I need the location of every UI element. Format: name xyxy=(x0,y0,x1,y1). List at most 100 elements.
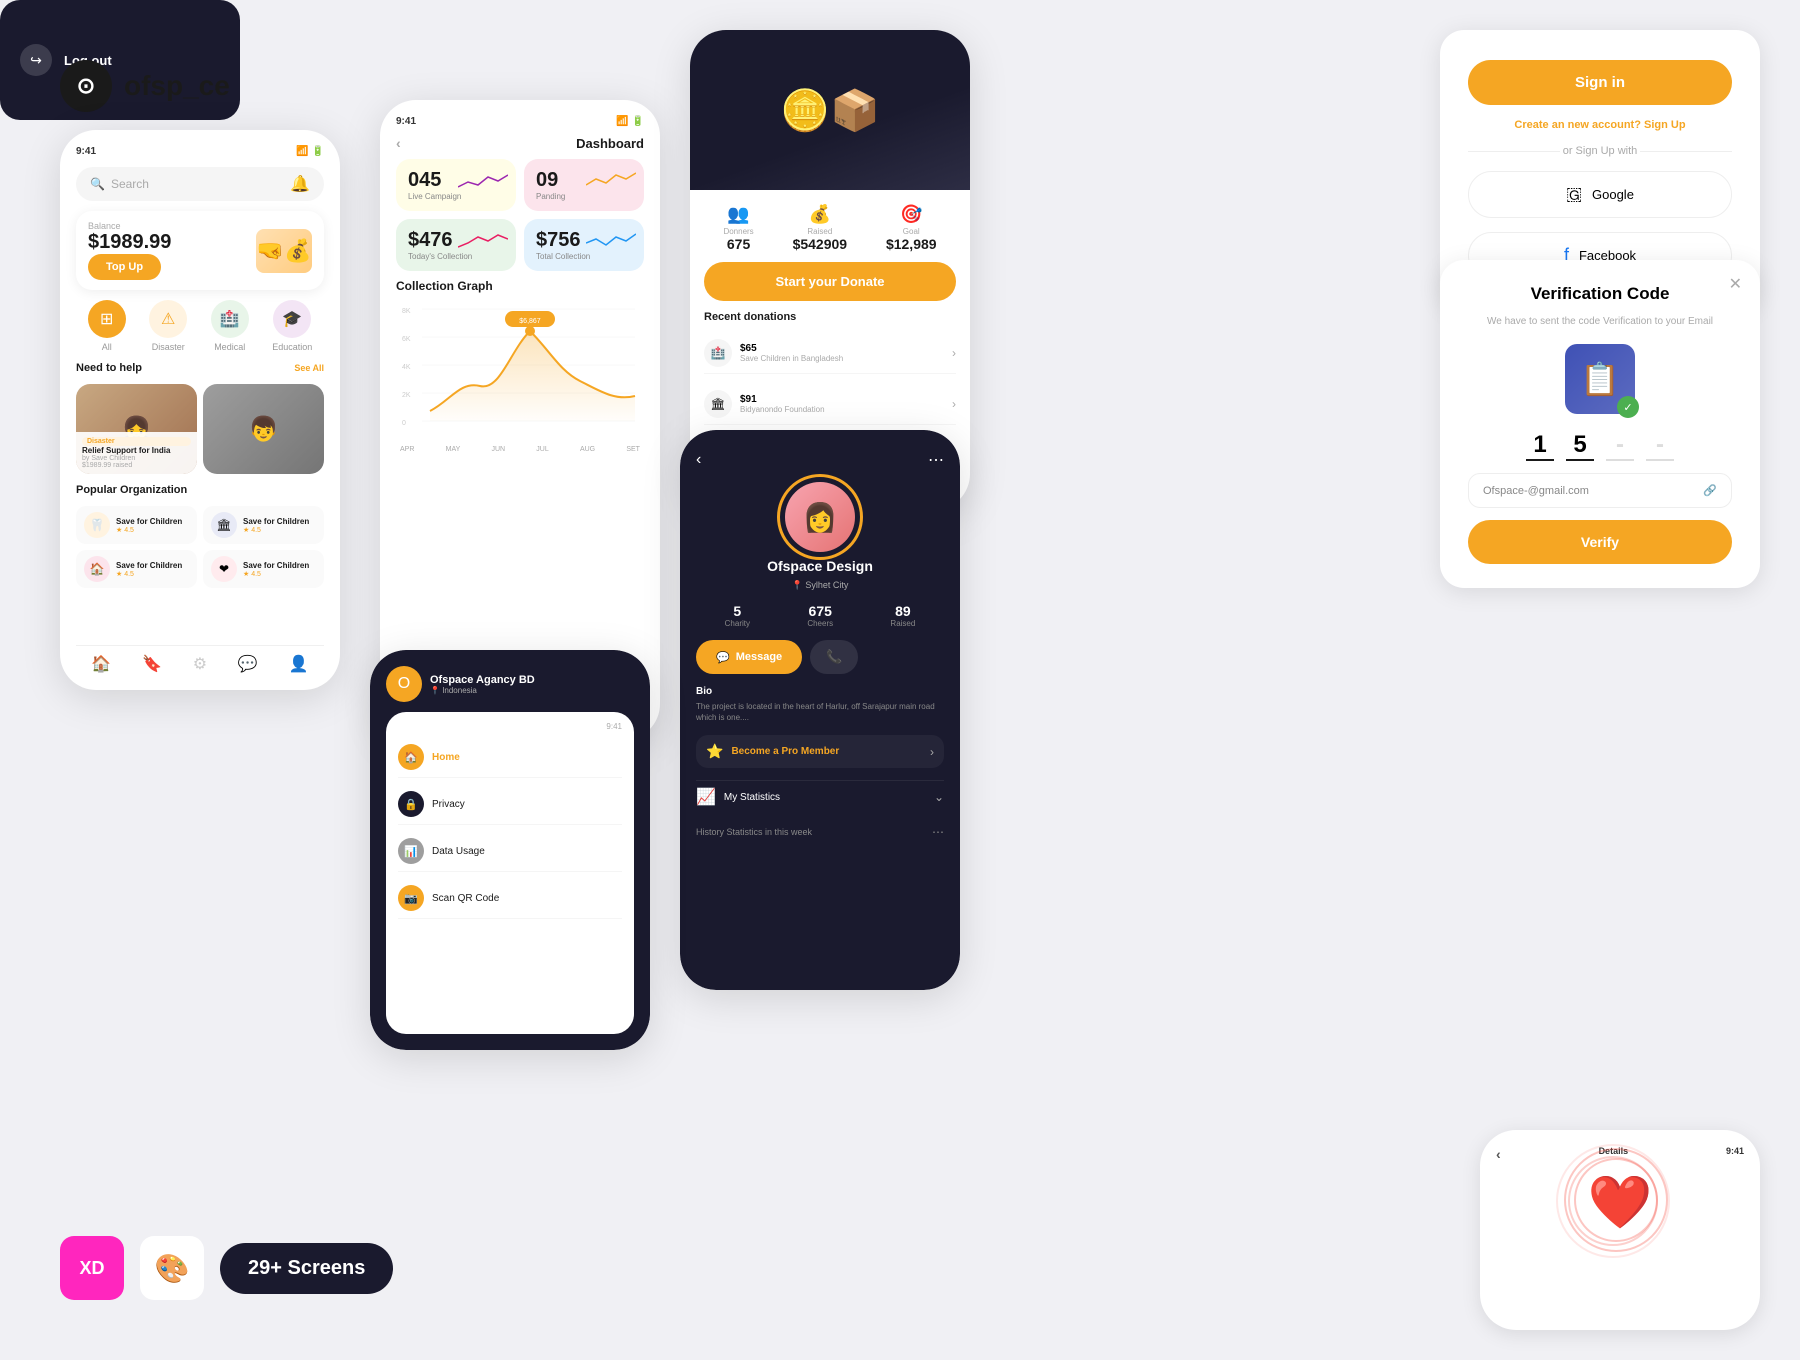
help-card-secondary[interactable]: 👦 xyxy=(203,384,324,474)
nav-home-icon[interactable]: 🏠 xyxy=(91,654,111,674)
bottom-nav-1: 🏠 🔖 ⚙ 💬 👤 xyxy=(76,645,324,674)
heart-icon: ❤️ xyxy=(1588,1174,1653,1232)
start-donate-button[interactable]: Start your Donate xyxy=(704,262,956,301)
cat-education[interactable]: 🎓 Education xyxy=(272,300,312,352)
menu-privacy-label: Privacy xyxy=(432,799,465,810)
code-char-4[interactable]: - xyxy=(1646,431,1674,461)
status-bar-1: 9:41 📶 🔋 xyxy=(76,146,324,157)
goal-amount: $12,989 xyxy=(886,236,937,252)
org-card-4[interactable]: ❤ Save for Children ★ 4.5 xyxy=(203,550,324,588)
org-card-3[interactable]: 🏠 Save for Children ★ 4.5 xyxy=(76,550,197,588)
phone-dashboard: 9:41 📶 🔋 ‹ Dashboard 045 Live Campaign 0… xyxy=(380,100,660,740)
signin-button[interactable]: Sign in xyxy=(1468,60,1732,105)
donors-icon: 👥 xyxy=(723,204,753,225)
org-name-1: Save for Children xyxy=(116,517,182,526)
menu-home-label: Home xyxy=(432,752,460,763)
org-card-2[interactable]: 🏛 Save for Children ★ 4.5 xyxy=(203,506,324,544)
help-card-amount: $1989.99 raised xyxy=(82,462,191,469)
dashboard-header: ‹ Dashboard xyxy=(396,135,644,151)
call-button[interactable]: 📞 xyxy=(810,640,858,674)
raised-count: 89 xyxy=(890,603,915,619)
message-button[interactable]: 💬 Message xyxy=(696,640,802,674)
signin-create-account: Create an new account? Sign Up xyxy=(1468,119,1732,131)
profile-dots-menu[interactable]: ⋯ xyxy=(928,450,944,470)
verify-button[interactable]: Verify xyxy=(1468,520,1732,564)
code-char-1[interactable]: 1 xyxy=(1526,431,1554,461)
dashboard-back-btn[interactable]: ‹ xyxy=(396,135,401,151)
disaster-tag: Disaster xyxy=(82,437,191,446)
donation-item-2[interactable]: 🏛 $91 Bidyanondo Foundation › xyxy=(704,384,956,425)
raised-label: Raised xyxy=(793,227,848,236)
settings-status-time: 9:41 xyxy=(398,722,622,731)
coin-illustration: 🪙📦 xyxy=(780,87,880,134)
code-char-3[interactable]: - xyxy=(1606,431,1634,461)
svg-text:$6,867: $6,867 xyxy=(519,318,541,325)
svg-text:2K: 2K xyxy=(402,392,411,399)
cheers-label: Cheers xyxy=(807,619,833,628)
profile-location: 📍 Sylhet City xyxy=(792,580,849,591)
verify-img: 📋 ✓ xyxy=(1565,344,1635,414)
org-location-settings: 📍 Indonesia xyxy=(430,686,535,695)
goal-label: Goal xyxy=(886,227,937,236)
verify-close-button[interactable]: ✕ xyxy=(1729,274,1742,294)
cat-all-icon: ⊞ xyxy=(88,300,126,338)
google-signin-button[interactable]: 🇬 Google xyxy=(1468,171,1732,218)
nav-chat-icon[interactable]: 💬 xyxy=(238,654,258,674)
help-card-title: Relief Support for India xyxy=(82,446,191,455)
cheers-count: 675 xyxy=(807,603,833,619)
stat-chart-1 xyxy=(458,167,508,191)
balance-label: Balance xyxy=(88,221,171,231)
help-card-main[interactable]: 👧 Disaster Relief Support for India by S… xyxy=(76,384,197,474)
donation-item-1[interactable]: 🏥 $65 Save Children in Bangladesh › xyxy=(704,333,956,374)
signup-link[interactable]: Sign Up xyxy=(1644,119,1686,131)
menu-home-icon: 🏠 xyxy=(398,744,424,770)
org-name-2: Save for Children xyxy=(243,517,309,526)
history-dots[interactable]: ⋯ xyxy=(932,825,944,839)
svg-text:8K: 8K xyxy=(402,308,411,315)
search-bar[interactable]: 🔍 Search 🔔 xyxy=(76,167,324,201)
graph-area: 8K 6K 4K 2K 0 xyxy=(396,301,644,687)
balance-card: Balance $1989.99 Top Up 🤜💰 xyxy=(76,211,324,290)
profile-avatar-area: 👩 Ofspace Design 📍 Sylhet City xyxy=(696,482,944,591)
help-card-image-2: 👦 xyxy=(203,384,324,474)
donors-label: Donners xyxy=(723,227,753,236)
menu-item-qr[interactable]: 📷 Scan QR Code xyxy=(398,878,622,919)
menu-item-data[interactable]: 📊 Data Usage xyxy=(398,831,622,872)
org-rating-4: ★ 4.5 xyxy=(243,570,309,578)
phone-profile: ‹ ⋯ 👩 Ofspace Design 📍 Sylhet City 5 Cha… xyxy=(680,430,960,990)
nav-bookmark-icon[interactable]: 🔖 xyxy=(142,654,162,674)
nav-settings-icon[interactable]: ⚙ xyxy=(193,654,207,674)
profile-back-btn[interactable]: ‹ xyxy=(696,451,701,469)
stat-card-1: 045 Live Campaign xyxy=(396,159,516,211)
google-icon: 🇬 xyxy=(1566,184,1582,205)
my-stats-row[interactable]: 📈 My Statistics ⌄ xyxy=(696,780,944,813)
phone-details: ‹ Details 9:41 ❤️ xyxy=(1480,1130,1760,1330)
charity-count: 5 xyxy=(725,603,750,619)
cat-disaster[interactable]: ⚠ Disaster xyxy=(149,300,187,352)
verify-link-icon[interactable]: 🔗 xyxy=(1703,484,1717,497)
top-up-button[interactable]: Top Up xyxy=(88,254,161,280)
donation-arrow-1: › xyxy=(952,346,956,360)
stat-chart-2 xyxy=(586,167,636,191)
code-char-2[interactable]: 5 xyxy=(1566,431,1594,461)
donation-amount-2: $91 xyxy=(740,394,825,405)
dashboard-title: Dashboard xyxy=(576,136,644,151)
verify-title: Verification Code xyxy=(1468,284,1732,304)
details-back-btn[interactable]: ‹ xyxy=(1496,1146,1501,1162)
see-all-link[interactable]: See All xyxy=(294,363,324,373)
cat-medical[interactable]: 🏥 Medical xyxy=(211,300,249,352)
history-label: History Statistics in this week xyxy=(696,827,812,837)
org-card-1[interactable]: 🦷 Save for Children ★ 4.5 xyxy=(76,506,197,544)
nav-profile-icon[interactable]: 👤 xyxy=(289,654,309,674)
cat-all[interactable]: ⊞ All xyxy=(88,300,126,352)
menu-item-home[interactable]: 🏠 Home xyxy=(398,737,622,778)
graph-svg: 8K 6K 4K 2K 0 xyxy=(396,301,644,441)
pro-member-row[interactable]: ⭐ Become a Pro Member › xyxy=(696,735,944,768)
donation-icon-1: 🏥 xyxy=(704,339,732,367)
cat-medical-icon: 🏥 xyxy=(211,300,249,338)
help-card-overlay: Disaster Relief Support for India by Sav… xyxy=(76,432,197,474)
menu-item-privacy[interactable]: 🔒 Privacy xyxy=(398,784,622,825)
phone-settings: O Ofspace Agancy BD 📍 Indonesia 9:41 🏠 H… xyxy=(370,650,650,1050)
notification-icon[interactable]: 🔔 xyxy=(290,174,310,194)
signin-divider: or Sign Up with xyxy=(1468,145,1732,157)
